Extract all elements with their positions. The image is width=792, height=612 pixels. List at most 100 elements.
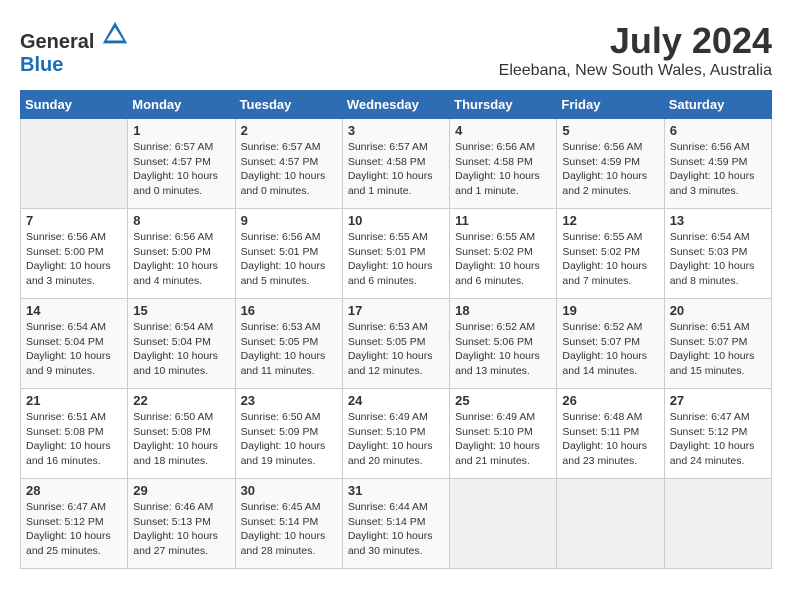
day-number: 10 [348, 213, 444, 228]
calendar-cell: 8 Sunrise: 6:56 AM Sunset: 5:00 PM Daylig… [128, 209, 235, 299]
day-number: 14 [26, 303, 122, 318]
calendar-cell: 17Sunrise: 6:53 AM Sunset: 5:05 PM Dayli… [342, 299, 449, 389]
calendar-cell: 2Sunrise: 6:57 AM Sunset: 4:57 PM Daylig… [235, 119, 342, 209]
weekday-header-row: SundayMondayTuesdayWednesdayThursdayFrid… [21, 91, 772, 119]
day-info: Sunrise: 6:50 AM Sunset: 5:09 PM Dayligh… [241, 410, 337, 469]
day-number: 13 [670, 213, 766, 228]
day-number: 12 [562, 213, 658, 228]
logo-general: General [20, 31, 94, 53]
day-number: 30 [241, 483, 337, 498]
weekday-header-tuesday: Tuesday [235, 91, 342, 119]
day-info: Sunrise: 6:52 AM Sunset: 5:06 PM Dayligh… [455, 320, 551, 379]
day-info: Sunrise: 6:55 AM Sunset: 5:01 PM Dayligh… [348, 230, 444, 289]
calendar-cell: 29Sunrise: 6:46 AM Sunset: 5:13 PM Dayli… [128, 479, 235, 569]
calendar-cell: 15 Sunrise: 6:54 AM Sunset: 5:04 PM Dayli… [128, 299, 235, 389]
title-block: July 2024 Eleebana, New South Wales, Aus… [499, 20, 772, 80]
day-info: Sunrise: 6:54 AM Sunset: 5:03 PM Dayligh… [670, 230, 766, 289]
page-header: General Blue July 2024 Eleebana, New Sou… [20, 20, 772, 80]
logo: General Blue [20, 20, 129, 77]
day-number: 15 [133, 303, 229, 318]
day-info: Sunrise: 6:54 AM Sunset: 5:04 PM Dayligh… [133, 320, 229, 379]
calendar-cell [557, 479, 664, 569]
day-info: Sunrise: 6:56 AM Sunset: 5:01 PM Dayligh… [241, 230, 337, 289]
day-number: 18 [455, 303, 551, 318]
day-number: 3 [348, 123, 444, 138]
day-info: Sunrise: 6:56 AM Sunset: 4:59 PM Dayligh… [562, 140, 658, 199]
day-number: 7 [26, 213, 122, 228]
day-info: Sunrise: 6:47 AM Sunset: 5:12 PM Dayligh… [26, 500, 122, 559]
weekday-header-monday: Monday [128, 91, 235, 119]
day-number: 26 [562, 393, 658, 408]
calendar-cell: 1 Sunrise: 6:57 AM Sunset: 4:57 PM Daylig… [128, 119, 235, 209]
day-number: 23 [241, 393, 337, 408]
calendar-cell: 9 Sunrise: 6:56 AM Sunset: 5:01 PM Daylig… [235, 209, 342, 299]
day-info: Sunrise: 6:53 AM Sunset: 5:05 PM Dayligh… [348, 320, 444, 379]
calendar-week-row: 28 Sunrise: 6:47 AM Sunset: 5:12 PM Dayli… [21, 479, 772, 569]
calendar-cell [664, 479, 771, 569]
calendar-week-row: 1 Sunrise: 6:57 AM Sunset: 4:57 PM Daylig… [21, 119, 772, 209]
day-info: Sunrise: 6:52 AM Sunset: 5:07 PM Dayligh… [562, 320, 658, 379]
calendar-cell: 19 Sunrise: 6:52 AM Sunset: 5:07 PM Dayli… [557, 299, 664, 389]
calendar-cell: 30 Sunrise: 6:45 AM Sunset: 5:14 PM Dayli… [235, 479, 342, 569]
calendar-cell: 10 Sunrise: 6:55 AM Sunset: 5:01 PM Dayli… [342, 209, 449, 299]
calendar-table: SundayMondayTuesdayWednesdayThursdayFrid… [20, 90, 772, 569]
calendar-cell: 23 Sunrise: 6:50 AM Sunset: 5:09 PM Dayli… [235, 389, 342, 479]
day-info: Sunrise: 6:55 AM Sunset: 5:02 PM Dayligh… [562, 230, 658, 289]
logo-text: General Blue [20, 20, 129, 77]
weekday-header-thursday: Thursday [450, 91, 557, 119]
calendar-cell: 20Sunrise: 6:51 AM Sunset: 5:07 PM Dayli… [664, 299, 771, 389]
day-number: 28 [26, 483, 122, 498]
logo-icon [101, 20, 129, 48]
calendar-cell [450, 479, 557, 569]
subtitle: Eleebana, New South Wales, Australia [499, 62, 772, 80]
main-title: July 2024 [499, 20, 772, 62]
day-number: 1 [133, 123, 229, 138]
day-info: Sunrise: 6:57 AM Sunset: 4:57 PM Dayligh… [133, 140, 229, 199]
calendar-cell: 16 Sunrise: 6:53 AM Sunset: 5:05 PM Dayli… [235, 299, 342, 389]
day-info: Sunrise: 6:57 AM Sunset: 4:57 PM Dayligh… [241, 140, 337, 199]
day-number: 25 [455, 393, 551, 408]
day-info: Sunrise: 6:47 AM Sunset: 5:12 PM Dayligh… [670, 410, 766, 469]
calendar-cell [21, 119, 128, 209]
calendar-cell: 22Sunrise: 6:50 AM Sunset: 5:08 PM Dayli… [128, 389, 235, 479]
calendar-cell: 28 Sunrise: 6:47 AM Sunset: 5:12 PM Dayli… [21, 479, 128, 569]
calendar-cell: 12 Sunrise: 6:55 AM Sunset: 5:02 PM Dayli… [557, 209, 664, 299]
calendar-cell: 13 Sunrise: 6:54 AM Sunset: 5:03 PM Dayli… [664, 209, 771, 299]
day-number: 9 [241, 213, 337, 228]
weekday-header-saturday: Saturday [664, 91, 771, 119]
calendar-week-row: 14 Sunrise: 6:54 AM Sunset: 5:04 PM Dayli… [21, 299, 772, 389]
calendar-cell: 25 Sunrise: 6:49 AM Sunset: 5:10 PM Dayli… [450, 389, 557, 479]
day-info: Sunrise: 6:46 AM Sunset: 5:13 PM Dayligh… [133, 500, 229, 559]
calendar-cell: 31Sunrise: 6:44 AM Sunset: 5:14 PM Dayli… [342, 479, 449, 569]
calendar-cell: 18 Sunrise: 6:52 AM Sunset: 5:06 PM Dayli… [450, 299, 557, 389]
calendar-cell: 11Sunrise: 6:55 AM Sunset: 5:02 PM Dayli… [450, 209, 557, 299]
day-info: Sunrise: 6:56 AM Sunset: 4:59 PM Dayligh… [670, 140, 766, 199]
day-info: Sunrise: 6:49 AM Sunset: 5:10 PM Dayligh… [455, 410, 551, 469]
day-number: 21 [26, 393, 122, 408]
day-number: 11 [455, 213, 551, 228]
day-number: 20 [670, 303, 766, 318]
day-info: Sunrise: 6:49 AM Sunset: 5:10 PM Dayligh… [348, 410, 444, 469]
day-number: 8 [133, 213, 229, 228]
calendar-cell: 5Sunrise: 6:56 AM Sunset: 4:59 PM Daylig… [557, 119, 664, 209]
calendar-cell: 27 Sunrise: 6:47 AM Sunset: 5:12 PM Dayli… [664, 389, 771, 479]
weekday-header-wednesday: Wednesday [342, 91, 449, 119]
calendar-cell: 7 Sunrise: 6:56 AM Sunset: 5:00 PM Daylig… [21, 209, 128, 299]
day-number: 4 [455, 123, 551, 138]
day-info: Sunrise: 6:48 AM Sunset: 5:11 PM Dayligh… [562, 410, 658, 469]
day-number: 27 [670, 393, 766, 408]
calendar-cell: 21 Sunrise: 6:51 AM Sunset: 5:08 PM Dayli… [21, 389, 128, 479]
day-info: Sunrise: 6:53 AM Sunset: 5:05 PM Dayligh… [241, 320, 337, 379]
day-info: Sunrise: 6:45 AM Sunset: 5:14 PM Dayligh… [241, 500, 337, 559]
day-number: 19 [562, 303, 658, 318]
day-info: Sunrise: 6:51 AM Sunset: 5:08 PM Dayligh… [26, 410, 122, 469]
day-info: Sunrise: 6:56 AM Sunset: 5:00 PM Dayligh… [133, 230, 229, 289]
day-info: Sunrise: 6:57 AM Sunset: 4:58 PM Dayligh… [348, 140, 444, 199]
day-number: 6 [670, 123, 766, 138]
day-info: Sunrise: 6:56 AM Sunset: 5:00 PM Dayligh… [26, 230, 122, 289]
calendar-cell: 26 Sunrise: 6:48 AM Sunset: 5:11 PM Dayli… [557, 389, 664, 479]
weekday-header-friday: Friday [557, 91, 664, 119]
calendar-cell: 4Sunrise: 6:56 AM Sunset: 4:58 PM Daylig… [450, 119, 557, 209]
calendar-cell: 6 Sunrise: 6:56 AM Sunset: 4:59 PM Daylig… [664, 119, 771, 209]
day-number: 16 [241, 303, 337, 318]
